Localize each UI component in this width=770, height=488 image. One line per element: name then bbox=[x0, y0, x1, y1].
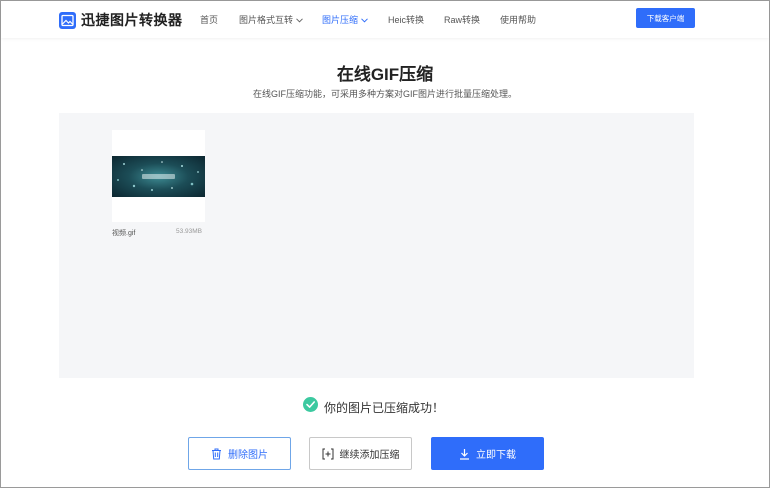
nav-item-heic[interactable]: Heic转换 bbox=[388, 13, 424, 26]
nav-item-raw[interactable]: Raw转换 bbox=[444, 13, 480, 26]
nav-label: 使用帮助 bbox=[500, 15, 537, 25]
nav-label: 首页 bbox=[200, 15, 219, 25]
delete-image-button[interactable]: 删除图片 bbox=[188, 437, 291, 470]
download-now-button[interactable]: 立即下载 bbox=[431, 437, 544, 470]
file-work-area[interactable]: 视频.gif 53.93MB bbox=[59, 113, 694, 378]
nav-item-help[interactable]: 使用帮助 bbox=[500, 13, 536, 26]
page-subtitle: 在线GIF压缩功能，可采用多种方案对GIF图片进行批量压缩处理。 bbox=[253, 89, 517, 99]
download-icon bbox=[459, 448, 470, 460]
file-card[interactable] bbox=[112, 130, 205, 222]
file-size: 53.93MB bbox=[176, 228, 203, 235]
thumbnail-caption-band bbox=[142, 174, 175, 179]
add-more-compress-label: 继续添加压缩 bbox=[339, 450, 400, 461]
trash-icon bbox=[211, 448, 222, 460]
success-message: 你的图片已压缩成功！ bbox=[303, 397, 444, 417]
download-client-button[interactable]: 下载客户端 bbox=[636, 8, 695, 28]
check-circle-icon bbox=[303, 397, 318, 417]
nav-label: 图片格式互转 bbox=[239, 15, 294, 25]
file-thumbnail bbox=[112, 156, 205, 197]
chevron-down-icon bbox=[361, 15, 368, 25]
nav-label: 图片压缩 bbox=[322, 15, 359, 25]
top-nav-bar: 迅捷图片转换器 首页 图片格式互转 图片压缩 Heic转换 Raw转换 使用帮助… bbox=[1, 1, 769, 38]
add-more-compress-button[interactable]: 继续添加压缩 bbox=[309, 437, 412, 470]
delete-image-label: 删除图片 bbox=[228, 450, 268, 461]
nav-label: Heic转换 bbox=[388, 15, 425, 25]
success-text: 你的图片已压缩成功！ bbox=[324, 400, 445, 415]
download-now-label: 立即下载 bbox=[476, 450, 516, 461]
file-name: 视频.gif bbox=[112, 230, 136, 237]
nav-item-home[interactable]: 首页 bbox=[200, 13, 218, 26]
app-logo[interactable]: 迅捷图片转换器 bbox=[59, 10, 183, 30]
nav-label: Raw转换 bbox=[444, 15, 481, 25]
nav-item-format-convert[interactable]: 图片格式互转 bbox=[239, 13, 303, 26]
page-title: 在线GIF压缩 bbox=[336, 65, 434, 84]
nav-item-compress[interactable]: 图片压缩 bbox=[322, 13, 368, 26]
chevron-down-icon bbox=[296, 15, 303, 25]
app-name: 迅捷图片转换器 bbox=[81, 12, 183, 28]
add-file-icon bbox=[322, 448, 334, 460]
image-logo-icon bbox=[59, 11, 76, 29]
